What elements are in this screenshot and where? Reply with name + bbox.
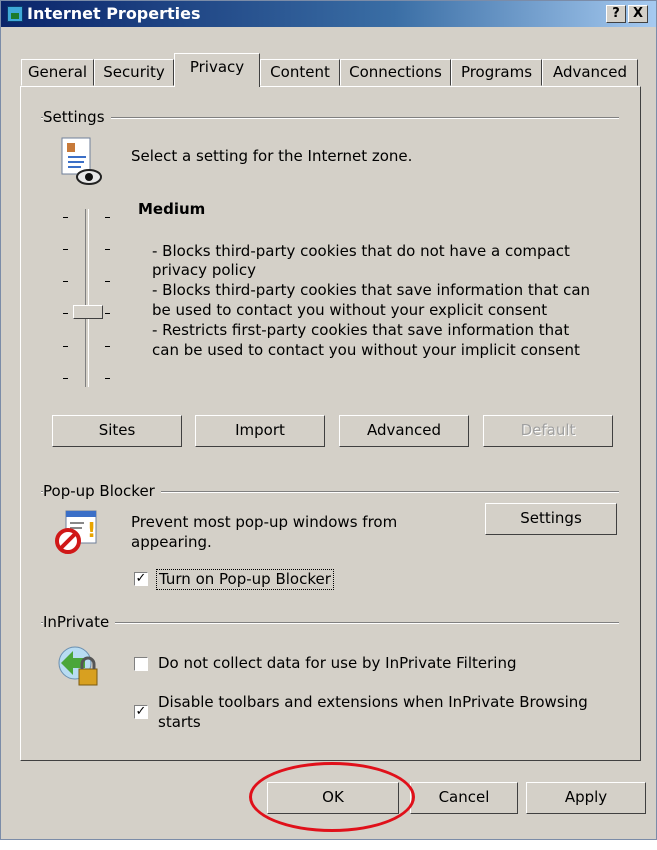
settings-group-label: Settings [43, 108, 111, 126]
window-title: Internet Properties [27, 4, 201, 23]
default-button[interactable]: Default [483, 415, 613, 447]
tab-content[interactable]: Content [260, 59, 340, 86]
privacy-document-eye-icon [61, 137, 102, 185]
help-button[interactable]: ? [606, 5, 626, 23]
import-button[interactable]: Import [195, 415, 325, 447]
inprivate-group-label: InPrivate [43, 613, 116, 631]
tab-programs[interactable]: Programs [451, 59, 542, 86]
popup-blocker-icon: ! [55, 510, 97, 554]
inprivate-lock-icon [58, 646, 98, 686]
sites-button[interactable]: Sites [52, 415, 182, 447]
disable-toolbars-checkbox[interactable]: ✓ [134, 705, 148, 719]
tab-advanced[interactable]: Advanced [542, 59, 638, 86]
privacy-level-title: Medium [138, 200, 206, 218]
settings-group-divider [41, 117, 619, 119]
level-desc-line: - Restricts first-party cookies that sav… [152, 321, 570, 339]
internet-options-icon [7, 6, 23, 22]
disable-toolbars-label-line1[interactable]: Disable toolbars and extensions when InP… [158, 693, 588, 712]
tab-privacy[interactable]: Privacy [174, 53, 260, 87]
tab-strip: General Security Privacy Content Connect… [21, 53, 641, 87]
advanced-button[interactable]: Advanced [339, 415, 469, 447]
tab-general[interactable]: General [21, 59, 94, 86]
popup-desc-line1: Prevent most pop-up windows from [131, 513, 398, 531]
title-bar[interactable]: Internet Properties ? X [1, 1, 656, 27]
level-desc-line: - Blocks third-party cookies that save i… [152, 281, 591, 299]
apply-button[interactable]: Apply [526, 782, 646, 814]
popup-desc-line2: appearing. [131, 533, 212, 551]
popup-settings-button[interactable]: Settings [485, 503, 617, 535]
privacy-slider-track[interactable] [85, 209, 89, 387]
popup-blocker-label[interactable]: Turn on Pop-up Blocker [156, 569, 334, 590]
popup-blocker-checkbox[interactable]: ✓ [134, 572, 148, 586]
level-desc-line: be used to contact you without your expl… [152, 301, 548, 319]
cancel-button[interactable]: Cancel [410, 782, 518, 814]
internet-properties-dialog: Internet Properties ? X General Security… [0, 0, 657, 840]
inprivate-filtering-label[interactable]: Do not collect data for use by InPrivate… [158, 654, 516, 673]
close-button[interactable]: X [628, 5, 648, 23]
settings-intro-text: Select a setting for the Internet zone. [131, 147, 413, 165]
level-desc-line: can be used to contact you without your … [152, 341, 580, 359]
privacy-slider-thumb[interactable] [73, 305, 103, 319]
tab-connections[interactable]: Connections [340, 59, 451, 86]
popup-group-label: Pop-up Blocker [43, 482, 161, 500]
level-desc-line: - Blocks third-party cookies that do not… [152, 242, 570, 260]
svg-text:!: ! [87, 518, 96, 542]
level-desc-line: privacy policy [152, 261, 256, 279]
inprivate-group-divider [41, 622, 619, 624]
ok-button-highlight-ring [249, 762, 415, 832]
tab-security[interactable]: Security [94, 59, 174, 86]
inprivate-filtering-checkbox[interactable] [134, 657, 148, 671]
disable-toolbars-label-line2[interactable]: starts [158, 713, 201, 732]
